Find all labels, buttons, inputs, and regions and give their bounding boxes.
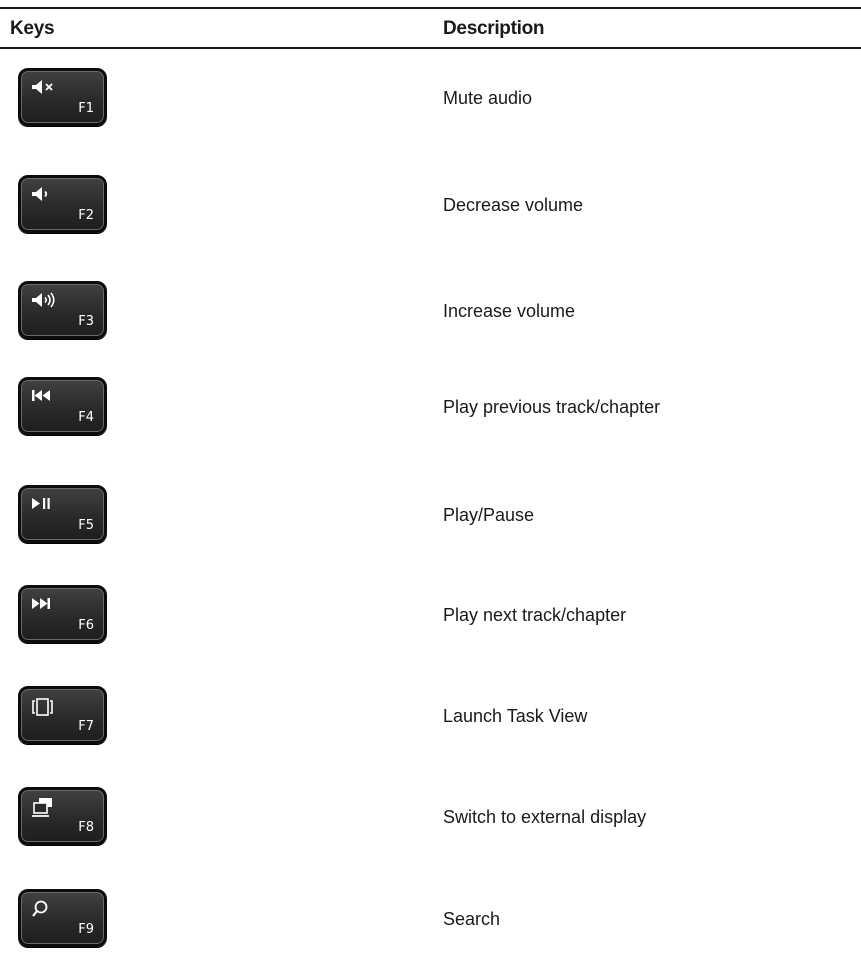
key-description: Play/Pause [443, 505, 535, 525]
key-description: Launch Task View [443, 706, 588, 726]
table-row: F3 Increase volume [0, 281, 861, 351]
key-description: Play previous track/chapter [443, 397, 661, 417]
table-row: F7 Launch Task View [0, 686, 861, 756]
previous-track-icon [30, 387, 66, 407]
play-pause-icon [30, 495, 66, 515]
f6-key: F6 [18, 585, 107, 643]
key-description: Switch to external display [443, 807, 647, 827]
next-track-icon [30, 595, 66, 615]
key-label: F2 [78, 208, 94, 223]
table-row: F5 Play/Pause [0, 485, 861, 555]
f9-key: F9 [18, 889, 107, 947]
key-description: Play next track/chapter [443, 605, 627, 625]
key-label: F4 [78, 410, 94, 425]
mute-audio-icon [30, 78, 66, 98]
volume-up-icon [30, 291, 66, 311]
table-row: F9 Search [0, 889, 861, 959]
key-label: F6 [78, 618, 94, 633]
key-description: Increase volume [443, 301, 576, 321]
external-display-icon [30, 797, 66, 817]
key-description: Search [443, 909, 501, 929]
f5-key: F5 [18, 485, 107, 543]
f1-key: F1 [18, 68, 107, 126]
key-label: F1 [78, 101, 94, 116]
task-view-icon [30, 696, 66, 716]
f8-key: F8 [18, 787, 107, 845]
table-row: F8 Switch to external display [0, 787, 861, 857]
key-label: F3 [78, 314, 94, 329]
key-label: F7 [78, 719, 94, 734]
f4-key: F4 [18, 377, 107, 435]
f7-key: F7 [18, 686, 107, 744]
volume-down-icon [30, 185, 66, 205]
table-row: F4 Play previous track/chapter [0, 377, 861, 447]
key-label: F8 [78, 820, 94, 835]
f2-key: F2 [18, 175, 107, 233]
key-description: Decrease volume [443, 195, 584, 215]
function-keys-page: { "table": { "headers": { "keys": "Keys"… [0, 0, 861, 951]
key-label: F9 [78, 922, 94, 937]
table-row: F2 Decrease volume [0, 175, 861, 245]
key-description: Mute audio [443, 88, 533, 108]
table-row: F6 Play next track/chapter [0, 585, 861, 655]
key-label: F5 [78, 518, 94, 533]
table-row: F1 Mute audio [0, 68, 861, 138]
f3-key: F3 [18, 281, 107, 339]
function-key-table: F1 Mute audio F2 Decrease volume F3 Incr… [0, 0, 861, 951]
search-icon [30, 899, 66, 919]
